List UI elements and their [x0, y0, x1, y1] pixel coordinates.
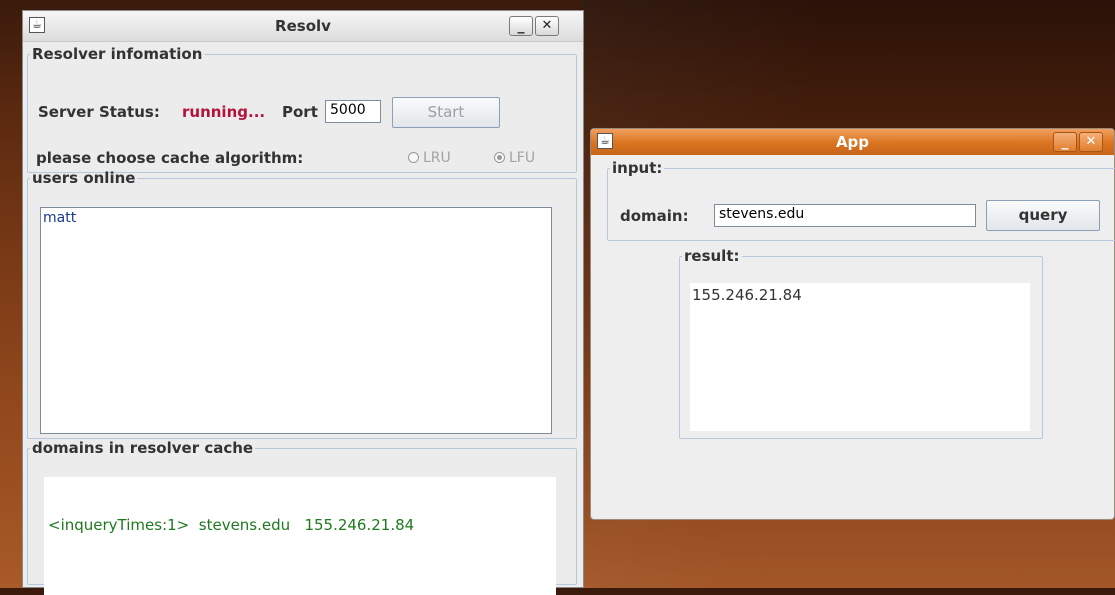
result-area[interactable]: 155.246.21.84 — [690, 283, 1030, 431]
server-status-label: Server Status: — [38, 103, 160, 121]
app-titlebar[interactable]: ☕ App _ ✕ — [591, 129, 1114, 155]
users-online-list[interactable]: matt — [40, 207, 552, 434]
java-app-icon: ☕ — [597, 133, 613, 149]
close-button[interactable]: ✕ — [535, 16, 559, 36]
resolver-cache-list[interactable]: <inqueryTimes:1> stevens.edu 155.246.21.… — [44, 477, 556, 595]
list-item[interactable]: <inqueryTimes:1> stevens.edu 155.246.21.… — [48, 516, 552, 534]
radio-lfu-label: LFU — [509, 150, 536, 166]
radio-lru[interactable]: LRU — [408, 150, 451, 166]
port-input[interactable]: 5000 — [325, 100, 381, 123]
input-legend: input: — [612, 159, 663, 177]
radio-selected-icon — [494, 152, 505, 163]
list-item[interactable]: matt — [43, 210, 549, 226]
resolv-titlebar[interactable]: ☕ Resolv _ ✕ — [23, 11, 583, 42]
domain-label: domain: — [620, 207, 689, 225]
app-title: App — [835, 133, 870, 151]
query-button[interactable]: query — [986, 200, 1100, 231]
close-button[interactable]: ✕ — [1079, 132, 1103, 152]
users-online-group: users online matt — [27, 169, 577, 439]
result-value: 155.246.21.84 — [692, 286, 802, 304]
resolver-info-group: Resolver infomation Server Status: runni… — [27, 45, 577, 173]
resolver-cache-group: domains in resolver cache <inqueryTimes:… — [27, 439, 577, 595]
port-label: Port — [282, 103, 318, 121]
resolver-info-legend: Resolver infomation — [32, 45, 203, 63]
radio-lfu[interactable]: LFU — [494, 150, 535, 166]
resolv-title: Resolv — [275, 17, 331, 35]
app-window: ☕ App _ ✕ input: domain: stevens.edu que… — [590, 128, 1115, 520]
resolver-cache-legend: domains in resolver cache — [32, 439, 254, 457]
resolv-window: ☕ Resolv _ ✕ Resolver infomation Server … — [22, 10, 584, 595]
cache-algorithm-label: please choose cache algorithm: — [36, 149, 304, 167]
radio-circle-icon — [408, 152, 419, 163]
domain-input[interactable]: stevens.edu — [714, 204, 976, 227]
input-group: input: domain: stevens.edu query — [607, 159, 1115, 241]
result-group: result: 155.246.21.84 — [679, 247, 1043, 439]
result-legend: result: — [684, 247, 740, 265]
minimize-button[interactable]: _ — [1053, 132, 1077, 152]
radio-lru-label: LRU — [423, 150, 451, 166]
minimize-button[interactable]: _ — [509, 16, 533, 36]
server-status-value: running... — [182, 103, 266, 121]
java-app-icon: ☕ — [29, 17, 45, 33]
users-online-legend: users online — [32, 169, 136, 187]
start-button[interactable]: Start — [392, 97, 500, 128]
